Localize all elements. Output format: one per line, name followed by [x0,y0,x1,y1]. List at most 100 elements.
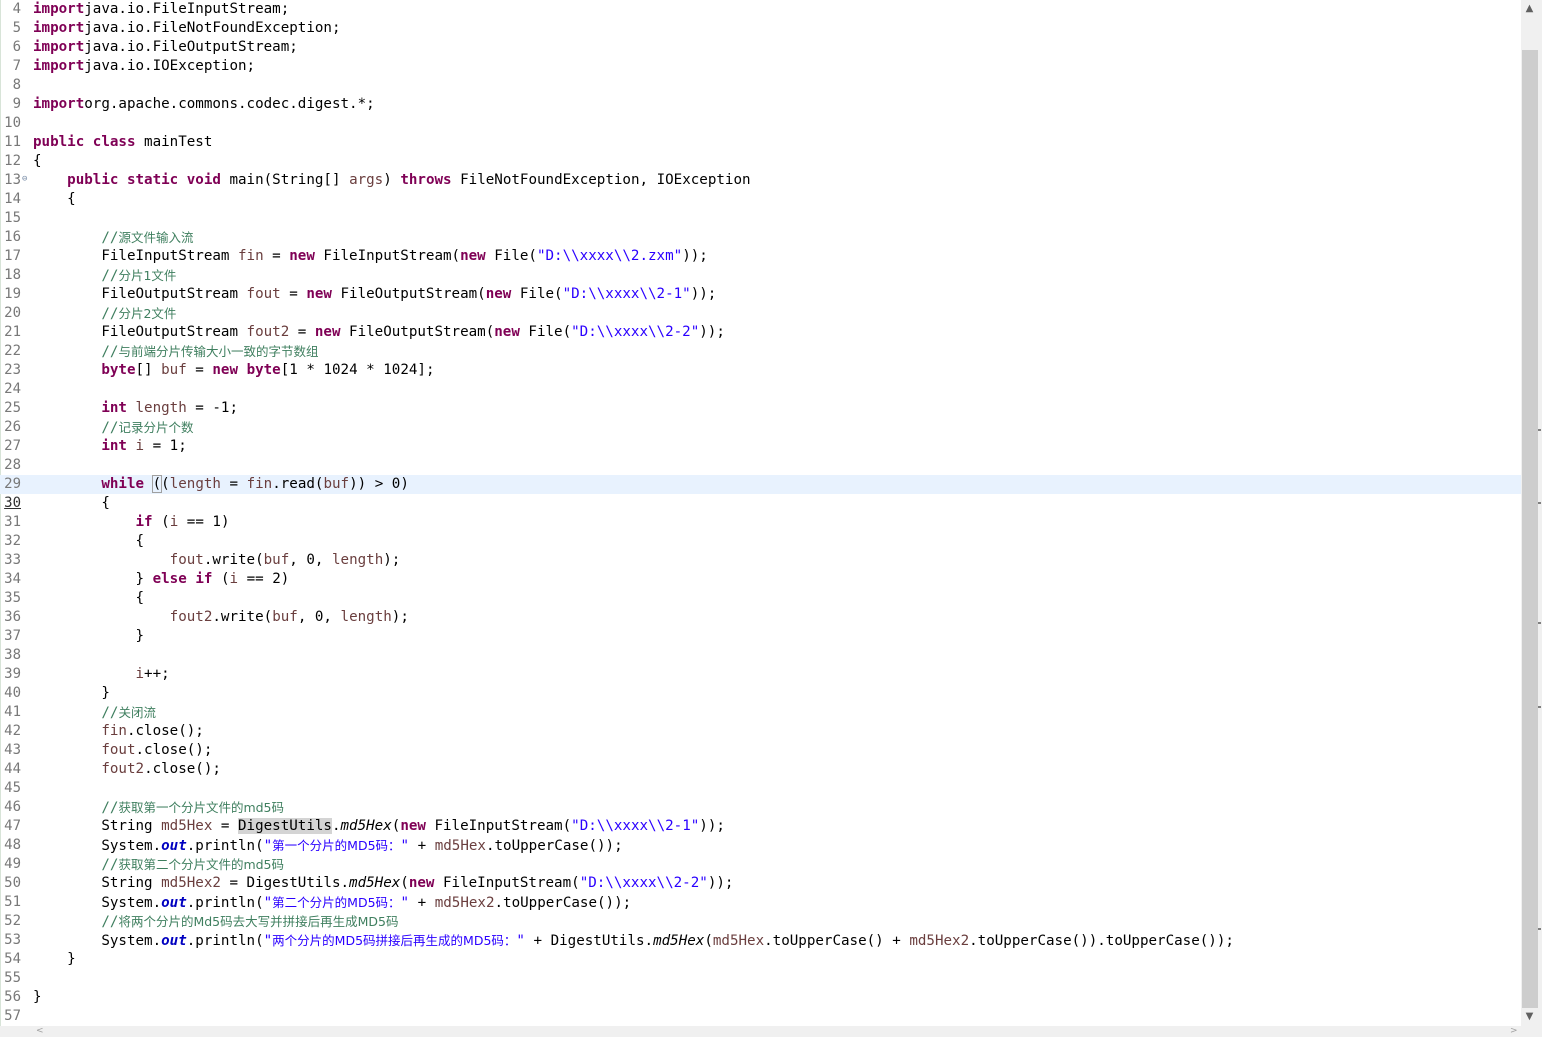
code-line[interactable]: 50 String md5Hex2 = DigestUtils.md5Hex(n… [0,874,1521,893]
code-line[interactable]: 46 //获取第一个分片文件的md5码 [0,798,1521,817]
code-text[interactable]: importorg.apache.commons.codec.digest.*; [33,95,375,114]
code-text[interactable]: importjava.io.FileInputStream; [33,0,289,19]
scroll-up-icon[interactable]: ▲ [1521,0,1538,17]
code-text[interactable]: } [33,988,42,1007]
code-line[interactable]: 48 System.out.println("第一个分片的MD5码：" + md… [0,836,1521,855]
code-line[interactable]: 35 { [0,589,1521,608]
code-line[interactable]: 33 fout.write(buf, 0, length); [0,551,1521,570]
code-line[interactable]: 17 FileInputStream fin = new FileInputSt… [0,247,1521,266]
code-text[interactable]: //源文件输入流 [33,228,193,248]
code-text[interactable]: //分片1文件 [33,266,176,286]
code-line[interactable]: 8 [0,76,1521,95]
scroll-down-icon[interactable]: ▼ [1521,1008,1538,1025]
code-line[interactable]: 18 //分片1文件 [0,266,1521,285]
code-line[interactable]: 13 ⊖ public static void main(String[] arg… [0,171,1521,190]
code-line[interactable]: 31 if (i == 1) [0,513,1521,532]
code-line[interactable]: 53 System.out.println("两个分片的MD5码拼接后再生成的M… [0,931,1521,950]
code-text[interactable]: fout.write(buf, 0, length); [33,551,401,570]
code-text[interactable]: //分片2文件 [33,304,176,324]
code-text[interactable]: FileOutputStream fout2 = new FileOutputS… [33,323,725,342]
code-line[interactable]: 19 FileOutputStream fout = new FileOutpu… [0,285,1521,304]
code-text[interactable]: if (i == 1) [33,513,230,532]
code-line[interactable]: 36 fout2.write(buf, 0, length); [0,608,1521,627]
code-line[interactable]: 24 [0,380,1521,399]
code-text[interactable]: //与前端分片传输大小一致的字节数组 [33,342,318,362]
code-line[interactable]: 57 [0,1007,1521,1026]
code-text[interactable]: fout.close(); [33,741,212,760]
code-line[interactable]: 11 public class mainTest [0,133,1521,152]
horizontal-scrollbar[interactable]: < > [0,1026,1542,1037]
code-text[interactable]: String md5Hex2 = DigestUtils.md5Hex(new … [33,874,733,893]
code-line[interactable]: 29 while ((length = fin.read(buf)) > 0) [0,475,1521,494]
code-line[interactable]: 37 } [0,627,1521,646]
code-line[interactable]: 47 String md5Hex = DigestUtils.md5Hex(ne… [0,817,1521,836]
code-text[interactable]: { [33,190,76,209]
scroll-left-icon[interactable]: < [36,1026,44,1037]
overview-marker[interactable] [1538,502,1541,504]
code-line[interactable]: 4 importjava.io.FileInputStream; [0,0,1521,19]
code-text[interactable]: int i = 1; [33,437,186,456]
fold-toggle-icon[interactable]: ⊖ [22,171,30,190]
code-text[interactable]: } [33,627,144,646]
code-line[interactable]: 41 //关闭流 [0,703,1521,722]
code-text[interactable]: public static void main(String[] args) t… [33,171,750,190]
code-text[interactable]: fin.close(); [33,722,204,741]
code-text[interactable]: { [33,152,42,171]
code-line[interactable]: 44 fout2.close(); [0,760,1521,779]
code-text[interactable]: importjava.io.IOException; [33,57,255,76]
code-line[interactable]: 10 [0,114,1521,133]
code-line[interactable]: 32 { [0,532,1521,551]
code-text[interactable]: public class mainTest [33,133,212,152]
overview-marker[interactable] [1538,429,1541,431]
code-line[interactable]: 6 importjava.io.FileOutputStream; [0,38,1521,57]
code-text[interactable]: { [33,532,144,551]
overview-marker[interactable] [1538,706,1541,708]
code-text[interactable]: i++; [33,665,170,684]
code-text[interactable]: fout2.close(); [33,760,221,779]
code-line[interactable]: 51 System.out.println("第二个分片的MD5码：" + md… [0,893,1521,912]
code-text[interactable]: importjava.io.FileOutputStream; [33,38,298,57]
code-text[interactable]: fout2.write(buf, 0, length); [33,608,409,627]
code-line[interactable]: 22 //与前端分片传输大小一致的字节数组 [0,342,1521,361]
code-text[interactable]: while ((length = fin.read(buf)) > 0) [33,475,409,494]
code-text[interactable]: } [33,684,110,703]
code-line[interactable]: 30 { [0,494,1521,513]
code-editor[interactable]: 4 importjava.io.FileInputStream; 5 importja… [0,0,1521,1026]
code-line[interactable]: 9 importorg.apache.commons.codec.digest.*… [0,95,1521,114]
code-text[interactable]: System.out.println("第一个分片的MD5码：" + md5He… [33,836,622,856]
code-text[interactable]: int length = -1; [33,399,238,418]
vertical-scrollbar[interactable]: ▲ ▼ [1521,0,1542,1026]
code-text[interactable]: { [33,494,110,513]
scrollbar-thumb[interactable] [1522,50,1538,1008]
code-text[interactable]: importjava.io.FileNotFoundException; [33,19,341,38]
scroll-right-icon[interactable]: > [1510,1026,1518,1037]
code-text[interactable]: FileOutputStream fout = new FileOutputSt… [33,285,716,304]
code-text[interactable]: System.out.println("两个分片的MD5码拼接后再生成的MD5码… [33,931,1234,951]
code-line[interactable]: 27 int i = 1; [0,437,1521,456]
code-line[interactable]: 40 } [0,684,1521,703]
code-line[interactable]: 25 int length = -1; [0,399,1521,418]
code-line[interactable]: 56} [0,988,1521,1007]
code-line[interactable]: 16 //源文件输入流 [0,228,1521,247]
overview-marker[interactable] [1538,622,1541,624]
code-line[interactable]: 39 i++; [0,665,1521,684]
code-text[interactable]: } else if (i == 2) [33,570,289,589]
code-text[interactable]: //获取第一个分片文件的md5码 [33,798,284,818]
code-text[interactable]: //获取第二个分片文件的md5码 [33,855,284,875]
code-line[interactable]: 14 { [0,190,1521,209]
code-line[interactable]: 26 //记录分片个数 [0,418,1521,437]
code-line[interactable]: 34 } else if (i == 2) [0,570,1521,589]
code-text[interactable]: } [33,950,76,969]
code-line[interactable]: 23 byte[] buf = new byte[1 * 1024 * 1024… [0,361,1521,380]
code-text[interactable]: //关闭流 [33,703,156,723]
code-line[interactable]: 43 fout.close(); [0,741,1521,760]
code-line[interactable]: 15 [0,209,1521,228]
code-line[interactable]: 38 [0,646,1521,665]
code-text[interactable]: String md5Hex = DigestUtils.md5Hex(new F… [33,817,725,836]
code-text[interactable]: FileInputStream fin = new FileInputStrea… [33,247,707,266]
code-line[interactable]: 12 { [0,152,1521,171]
code-line[interactable]: 7 importjava.io.IOException; [0,57,1521,76]
code-line[interactable]: 5 importjava.io.FileNotFoundException; [0,19,1521,38]
code-text[interactable]: System.out.println("第二个分片的MD5码：" + md5He… [33,893,631,913]
code-line[interactable]: 54 } [0,950,1521,969]
